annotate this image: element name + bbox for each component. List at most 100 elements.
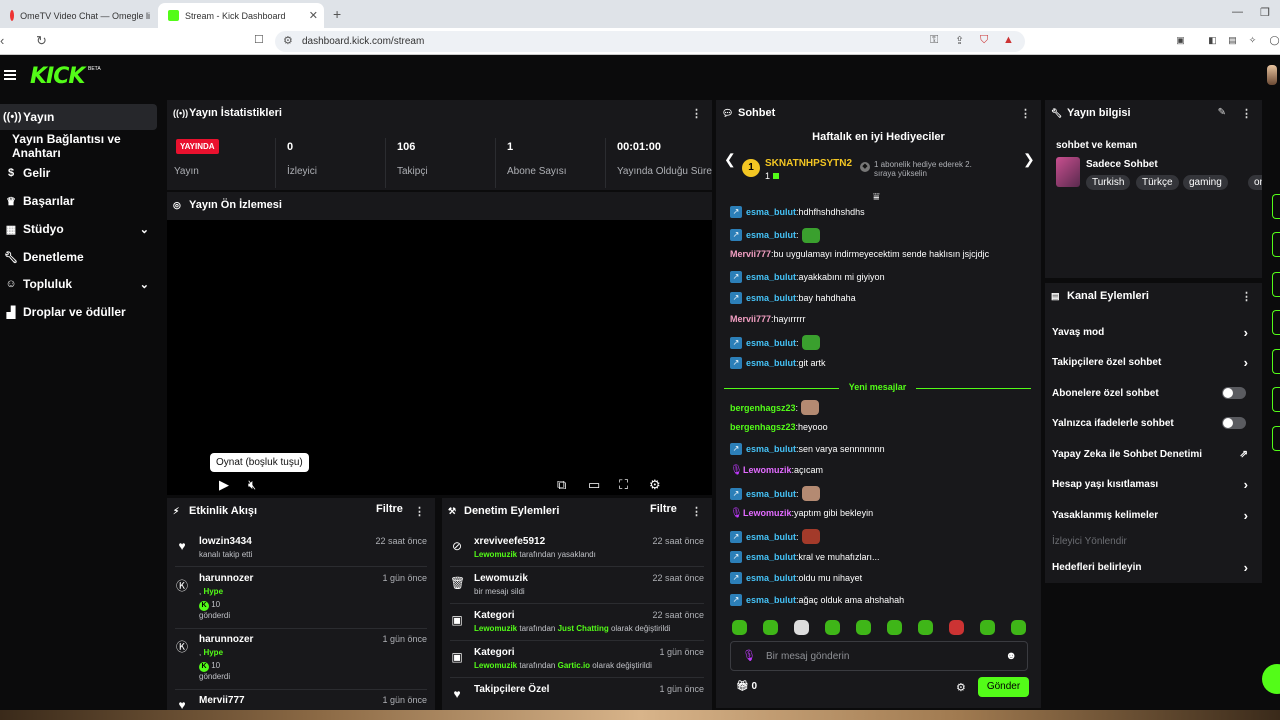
sidebar-item-droplar[interactable]: ▟ Droplar ve ödüller — [0, 299, 157, 325]
action-set-goals[interactable]: Hedefleri belirleyin › — [1052, 557, 1252, 577]
emote-icon[interactable] — [1011, 620, 1026, 635]
sidebar-icon[interactable]: ◧ — [1206, 34, 1219, 47]
back-icon[interactable]: ‹ — [0, 33, 4, 48]
sidebar-item-gelir[interactable]: $ Gelir — [0, 160, 157, 186]
more-options-icon[interactable]: ⋮ — [414, 505, 425, 518]
tag[interactable]: Turkish — [1086, 175, 1131, 190]
side-widget-tab[interactable] — [1272, 272, 1280, 297]
more-options-icon[interactable]: ⋮ — [1241, 107, 1252, 120]
chat-username[interactable]: Lewomuzik — [743, 465, 792, 475]
share-icon[interactable]: ⇪ — [955, 34, 964, 47]
chevron-right-icon[interactable]: ❯ — [1023, 151, 1035, 168]
event-actor[interactable]: Lewomuzik — [474, 550, 517, 559]
mute-icon[interactable]: 🔇︎ — [248, 477, 256, 493]
video-player[interactable]: Oynat (boşluk tuşu) ▶ 🔇︎ ⧉ ▭ ⛶ ⚙ — [167, 220, 712, 495]
chat-username[interactable]: esma_bulut — [746, 207, 796, 217]
event-user[interactable]: lowzin3434 — [199, 536, 252, 547]
chat-username[interactable]: Mervii777 — [730, 249, 771, 259]
screenshot-icon[interactable]: ▣ — [1174, 34, 1187, 47]
chat-username[interactable]: bergenhagsz23 — [730, 403, 796, 413]
emote-icon[interactable] — [732, 620, 747, 635]
profile-icon[interactable]: ◯ — [1268, 34, 1280, 47]
emote-icon[interactable] — [887, 620, 902, 635]
chat-username[interactable]: Lewomuzik — [743, 508, 792, 518]
emote-icon[interactable] — [825, 620, 840, 635]
subscribers-only-toggle[interactable] — [1222, 387, 1246, 399]
chat-input[interactable]: 🎙︎ Bir mesaj gönderin ☻ — [730, 641, 1028, 671]
side-widget-tab[interactable] — [1272, 387, 1280, 412]
side-widget-tab[interactable] — [1272, 426, 1280, 451]
chat-username[interactable]: esma_bulut — [746, 573, 796, 583]
sidebar-item-yayin[interactable]: ((•)) Yayın — [0, 104, 157, 130]
chat-username[interactable]: esma_bulut — [746, 532, 796, 542]
chat-username[interactable]: esma_bulut — [746, 293, 796, 303]
extension-alert-icon[interactable]: ▲ — [1003, 34, 1014, 46]
close-tab-icon[interactable]: ✕ — [309, 9, 318, 22]
shield-icon[interactable]: ⛉ — [980, 34, 988, 47]
event-actor[interactable]: Lewomuzik — [474, 661, 517, 670]
top-gifter-name[interactable]: SKNATNHPSYTN2 — [765, 158, 852, 169]
site-info-icon[interactable]: ⚙ — [283, 34, 293, 47]
tag[interactable]: on — [1248, 175, 1262, 190]
action-banned-words[interactable]: Yasaklanmış kelimeler › — [1052, 505, 1252, 525]
chat-username[interactable]: esma_bulut — [746, 595, 796, 605]
reload-icon[interactable]: ↻ — [36, 33, 47, 49]
more-options-icon[interactable]: ⋮ — [1241, 290, 1252, 303]
chat-username[interactable]: esma_bulut — [746, 338, 796, 348]
collapse-pinned-icon[interactable]: ⩸ — [873, 191, 880, 204]
bookmark-icon[interactable]: ☐ — [254, 33, 264, 46]
filter-button[interactable]: Filtre — [376, 503, 403, 515]
side-widget-tab[interactable] — [1272, 310, 1280, 335]
event-user[interactable]: harunnozer — [199, 573, 253, 584]
avatar[interactable] — [1267, 65, 1277, 85]
action-account-age[interactable]: Hesap yaşı kısıtlaması › — [1052, 474, 1252, 494]
emote-icon[interactable] — [794, 620, 809, 635]
emote-icon[interactable] — [918, 620, 933, 635]
chat-settings-icon[interactable]: ⚙ — [956, 681, 966, 694]
chat-username[interactable]: esma_bulut — [746, 272, 796, 282]
restore-icon[interactable]: ❐ — [1260, 6, 1270, 19]
emote-icon[interactable] — [949, 620, 964, 635]
emote-icon[interactable] — [856, 620, 871, 635]
chat-username[interactable]: esma_bulut — [746, 489, 796, 499]
event-user[interactable]: Mervii777 — [199, 695, 245, 706]
new-tab-icon[interactable]: + — [333, 6, 341, 22]
action-ai-moderation[interactable]: Yapay Zeka ile Sohbet Denetimi ⇗ — [1052, 444, 1252, 464]
event-actor[interactable]: Lewomuzik — [474, 624, 517, 633]
sidebar-item-studyo[interactable]: ▦ Stüdyo ⌄ — [0, 216, 157, 242]
filter-button[interactable]: Filtre — [650, 503, 677, 515]
url-field[interactable]: ⚙ dashboard.kick.com/stream ⚿ ⇪ ⛉ ▲ — [275, 31, 1025, 52]
side-widget-tab[interactable] — [1272, 194, 1280, 219]
tag[interactable]: gaming — [1183, 175, 1228, 190]
more-options-icon[interactable]: ⋮ — [691, 505, 702, 518]
sidebar-item-denetleme[interactable]: 🔧︎ Denetleme — [0, 244, 157, 270]
action-slow-mode[interactable]: Yavaş mod › — [1052, 322, 1252, 342]
event-user[interactable]: xreviveefe5912 — [474, 536, 545, 547]
kick-logo[interactable]: KICK — [30, 64, 85, 89]
minimize-icon[interactable]: — — [1232, 6, 1243, 18]
more-options-icon[interactable]: ⋮ — [1020, 107, 1031, 120]
key-icon[interactable]: ⚿ — [930, 34, 938, 47]
action-subscribers-only[interactable]: Abonelere özel sohbet — [1052, 383, 1252, 403]
miniplayer-icon[interactable]: ⧉ — [557, 477, 566, 493]
sidebar-item-stream-key[interactable]: Yayın Bağlantısı ve Anahtarı — [0, 132, 157, 160]
emotes-only-toggle[interactable] — [1222, 417, 1246, 429]
chat-username[interactable]: Mervii777 — [730, 314, 771, 324]
edit-icon[interactable]: ✎ — [1218, 107, 1226, 118]
action-followers-only[interactable]: Takipçilere özel sohbet › — [1052, 352, 1252, 372]
play-icon[interactable]: ▶ — [219, 477, 229, 493]
chat-username[interactable]: esma_bulut — [746, 444, 796, 454]
browser-tab-omegle[interactable]: OmeTV Video Chat — Omegle li — [0, 3, 150, 28]
emote-icon[interactable] — [763, 620, 778, 635]
chevron-left-icon[interactable]: ❮ — [724, 151, 736, 168]
emote-icon[interactable] — [980, 620, 995, 635]
ai-icon[interactable]: ✧ — [1246, 34, 1259, 47]
event-user[interactable]: Lewomuzik — [474, 573, 528, 584]
send-button[interactable]: Gönder — [978, 677, 1029, 697]
chat-username[interactable]: esma_bulut — [746, 230, 796, 240]
tag[interactable]: Türkçe — [1136, 175, 1179, 190]
browser-tab-kick[interactable]: Stream - Kick Dashboard ✕ — [158, 3, 324, 28]
event-user[interactable]: harunnozer — [199, 634, 253, 645]
sidebar-item-topluluk[interactable]: ☺ Topluluk ⌄ — [0, 271, 157, 297]
channel-points[interactable]: 🎁︎ 0 — [736, 681, 757, 692]
